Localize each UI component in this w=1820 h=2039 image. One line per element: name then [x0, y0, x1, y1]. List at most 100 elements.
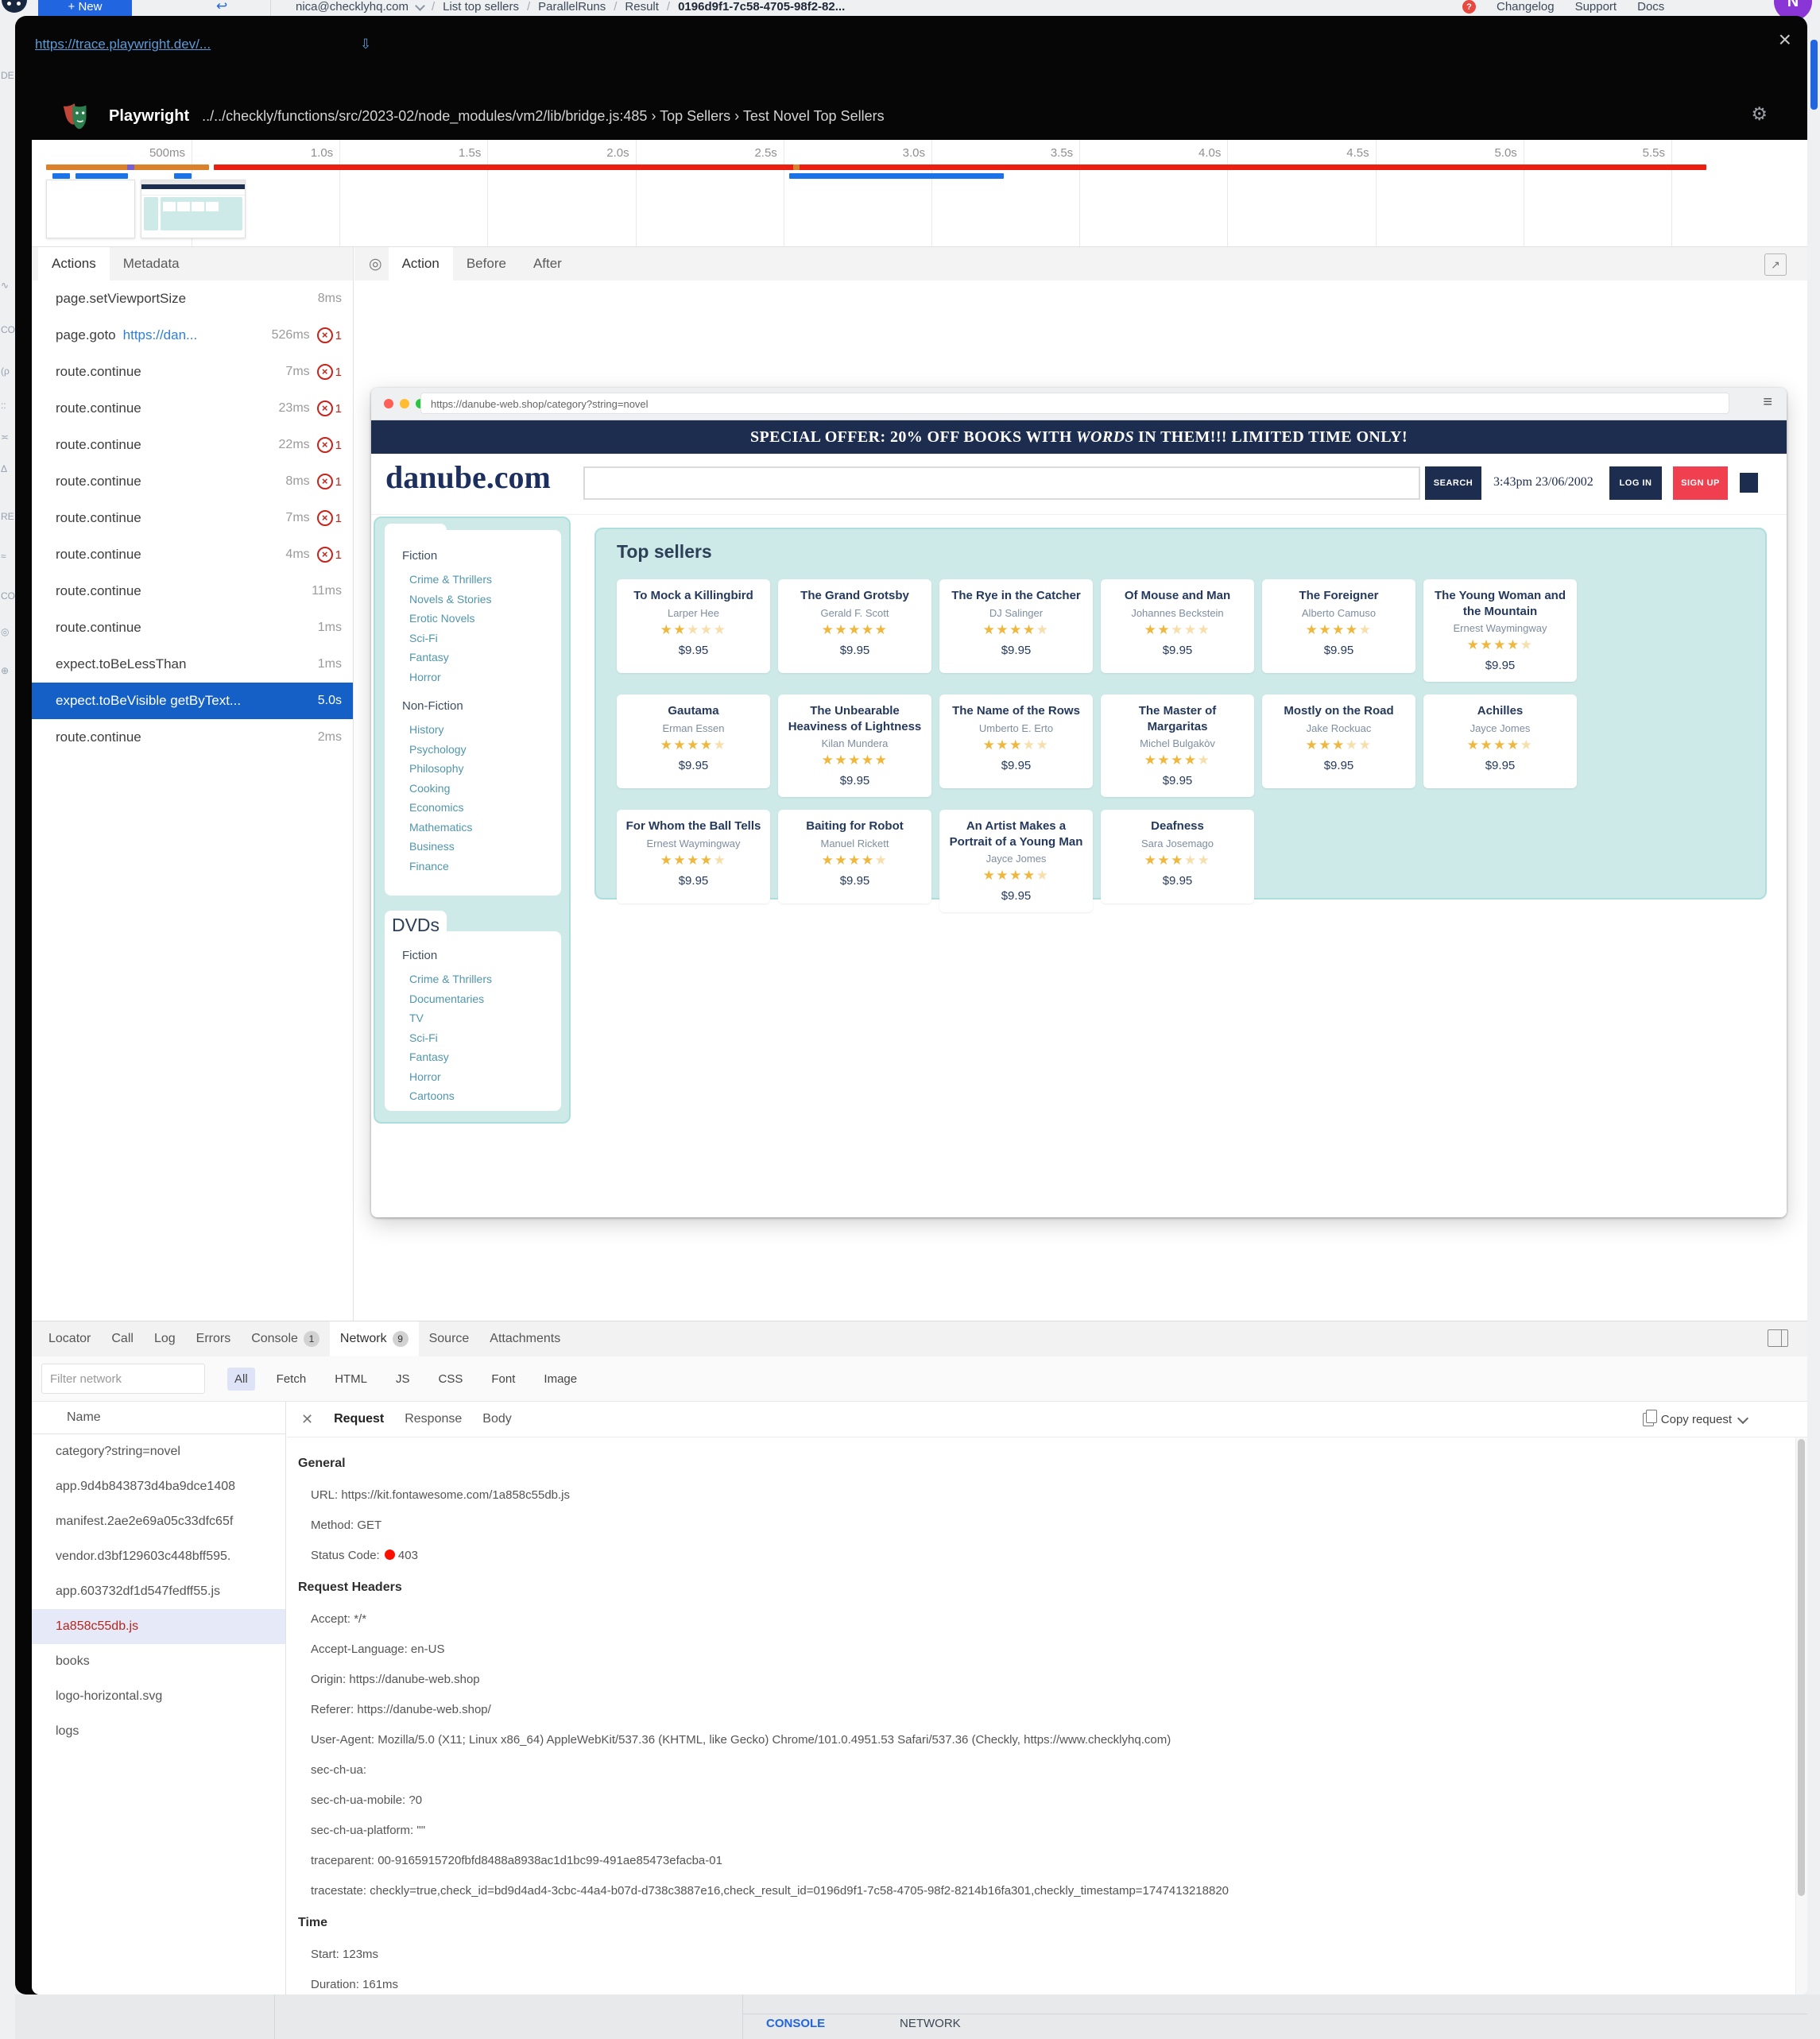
topbar-link-changelog[interactable]: Changelog: [1497, 0, 1555, 14]
book-card[interactable]: The Unbearable Heaviness of LightnessKil…: [778, 694, 931, 797]
open-snapshot-icon[interactable]: ↗: [1764, 253, 1787, 276]
chevron-down-icon[interactable]: [415, 1, 425, 11]
gear-icon[interactable]: ⚙: [1751, 103, 1768, 125]
request-scrollbar-thumb[interactable]: [1798, 1439, 1805, 1896]
filter-chip-fetch[interactable]: Fetch: [269, 1368, 314, 1391]
breadcrumb-item[interactable]: 0196d9f1-7c58-4705-98f2-82...: [678, 0, 845, 14]
action-row[interactable]: route.continue7ms×1: [32, 354, 353, 390]
tab-metadata[interactable]: Metadata: [110, 247, 193, 281]
category-link[interactable]: Erotic Novels: [402, 609, 561, 629]
tab-after[interactable]: After: [520, 247, 575, 281]
filter-chip-css[interactable]: CSS: [432, 1368, 470, 1391]
breadcrumb-item[interactable]: ParallelRuns: [538, 0, 606, 14]
category-link[interactable]: Crime & Thrillers: [402, 570, 561, 590]
new-button[interactable]: + New: [38, 0, 132, 17]
breadcrumb-item[interactable]: Result: [625, 0, 659, 14]
category-link[interactable]: Finance: [402, 857, 561, 876]
page-scrollbar[interactable]: [1810, 40, 1818, 110]
breadcrumb-item[interactable]: List top sellers: [443, 0, 519, 14]
tab-action[interactable]: Action: [389, 247, 453, 281]
account-email[interactable]: nica@checklyhq.com: [296, 0, 409, 14]
network-row[interactable]: logs: [32, 1714, 285, 1749]
action-row[interactable]: page.setViewportSize8ms: [32, 281, 353, 317]
category-link[interactable]: Documentaries: [402, 989, 561, 1009]
tab-attachments[interactable]: Attachments: [479, 1321, 571, 1356]
filter-chip-html[interactable]: HTML: [327, 1368, 374, 1391]
category-link[interactable]: Fantasy: [402, 1047, 561, 1067]
tab-response[interactable]: Response: [405, 1412, 462, 1426]
book-card[interactable]: For Whom the Ball TellsErnest Waymingway…: [617, 810, 770, 903]
book-card[interactable]: DeafnessSara Josemago★★★★★$9.95: [1101, 810, 1254, 903]
category-link[interactable]: History: [402, 720, 561, 740]
filmstrip-thumbnail[interactable]: [46, 180, 135, 238]
close-icon[interactable]: ×: [1779, 29, 1791, 51]
search-button[interactable]: SEARCH: [1425, 466, 1481, 500]
category-link[interactable]: Novels & Stories: [402, 590, 561, 609]
filmstrip-thumbnail[interactable]: [141, 180, 246, 238]
book-card[interactable]: The ForeignerAlberto Camuso★★★★★$9.95: [1262, 579, 1415, 673]
network-name-header[interactable]: Name: [32, 1402, 285, 1434]
tab-network[interactable]: Network9: [330, 1321, 419, 1356]
signup-button[interactable]: SIGN UP: [1673, 466, 1728, 500]
category-link[interactable]: Fantasy: [402, 648, 561, 667]
tab-log[interactable]: Log: [144, 1321, 186, 1356]
category-link[interactable]: Mathematics: [402, 818, 561, 838]
app-logo-icon[interactable]: [2, 0, 27, 13]
category-link[interactable]: Philosophy: [402, 759, 561, 779]
category-link[interactable]: Sci-Fi: [402, 1028, 561, 1048]
category-link[interactable]: Horror: [402, 667, 561, 687]
tab-body[interactable]: Body: [482, 1412, 511, 1426]
network-row[interactable]: app.603732df1d547fedff55.js: [32, 1574, 285, 1609]
login-button[interactable]: LOG IN: [1609, 466, 1662, 500]
action-row[interactable]: page.gotohttps://dan...526ms×1: [32, 317, 353, 354]
filter-chip-js[interactable]: JS: [389, 1368, 417, 1391]
book-card[interactable]: The Young Woman and the MountainErnest W…: [1423, 579, 1577, 682]
close-request-icon[interactable]: ✕: [301, 1411, 313, 1428]
book-card[interactable]: The Rye in the CatcherDJ Salinger★★★★★$9…: [939, 579, 1093, 673]
network-row[interactable]: 1a858c55db.js: [32, 1609, 285, 1644]
category-link[interactable]: TV: [402, 1008, 561, 1028]
tab-console[interactable]: Console1: [241, 1321, 330, 1356]
panel-toggle-icon[interactable]: [1768, 1329, 1788, 1347]
network-row[interactable]: category?string=novel: [32, 1434, 285, 1469]
category-link[interactable]: Cartoons: [402, 1086, 561, 1106]
network-row[interactable]: logo-horizontal.svg: [32, 1679, 285, 1714]
tab-request[interactable]: Request: [334, 1412, 384, 1426]
category-link[interactable]: Crime & Thrillers: [402, 969, 561, 989]
changelog-icon[interactable]: ?: [1462, 0, 1476, 14]
book-card[interactable]: AchillesJayce Jomes★★★★★$9.95: [1423, 694, 1577, 788]
pick-locator-icon[interactable]: ◎: [369, 255, 382, 273]
tab-locator[interactable]: Locator: [38, 1321, 101, 1356]
book-card[interactable]: GautamaErman Essen★★★★★$9.95: [617, 694, 770, 788]
category-link[interactable]: Psychology: [402, 740, 561, 760]
filter-chip-font[interactable]: Font: [484, 1368, 522, 1391]
site-logo[interactable]: danube.com: [385, 458, 551, 496]
download-icon[interactable]: ⇩: [360, 37, 371, 52]
network-row[interactable]: app.9d4b843873d4ba9dce1408: [32, 1469, 285, 1504]
book-card[interactable]: The Master of MargaritasMichel Bulgakòv★…: [1101, 694, 1254, 797]
request-scrollbar-track[interactable]: [1795, 1437, 1807, 1995]
category-link[interactable]: Economics: [402, 798, 561, 818]
action-link[interactable]: https://dan...: [123, 327, 198, 343]
filter-chip-all[interactable]: All: [227, 1368, 255, 1391]
book-card[interactable]: Of Mouse and ManJohannes Beckstein★★★★★$…: [1101, 579, 1254, 673]
topbar-link-support[interactable]: Support: [1575, 0, 1617, 14]
action-row[interactable]: route.continue8ms×1: [32, 463, 353, 500]
tab-call[interactable]: Call: [101, 1321, 144, 1356]
back-icon[interactable]: ↩: [216, 0, 227, 13]
cart-icon[interactable]: [1740, 473, 1758, 493]
topbar-link-docs[interactable]: Docs: [1637, 0, 1664, 14]
menu-icon[interactable]: ≡: [1763, 393, 1772, 412]
book-card[interactable]: Baiting for RobotManuel Rickett★★★★★$9.9…: [778, 810, 931, 903]
action-row[interactable]: expect.toBeLessThan1ms: [32, 646, 353, 683]
category-link[interactable]: Sci-Fi: [402, 629, 561, 648]
network-row[interactable]: vendor.d3bf129603c448bff595.: [32, 1539, 285, 1574]
tab-network-underlying[interactable]: NETWORK: [900, 2017, 961, 2030]
book-card[interactable]: The Grand GrotsbyGerald F. Scott★★★★★$9.…: [778, 579, 931, 673]
category-link[interactable]: Business: [402, 837, 561, 857]
book-card[interactable]: Mostly on the RoadJake Rockuac★★★★★$9.95: [1262, 694, 1415, 788]
search-input[interactable]: [583, 466, 1420, 500]
tab-console[interactable]: CONSOLE: [766, 2017, 825, 2030]
category-link[interactable]: Horror: [402, 1067, 561, 1087]
action-row[interactable]: route.continue11ms: [32, 573, 353, 609]
